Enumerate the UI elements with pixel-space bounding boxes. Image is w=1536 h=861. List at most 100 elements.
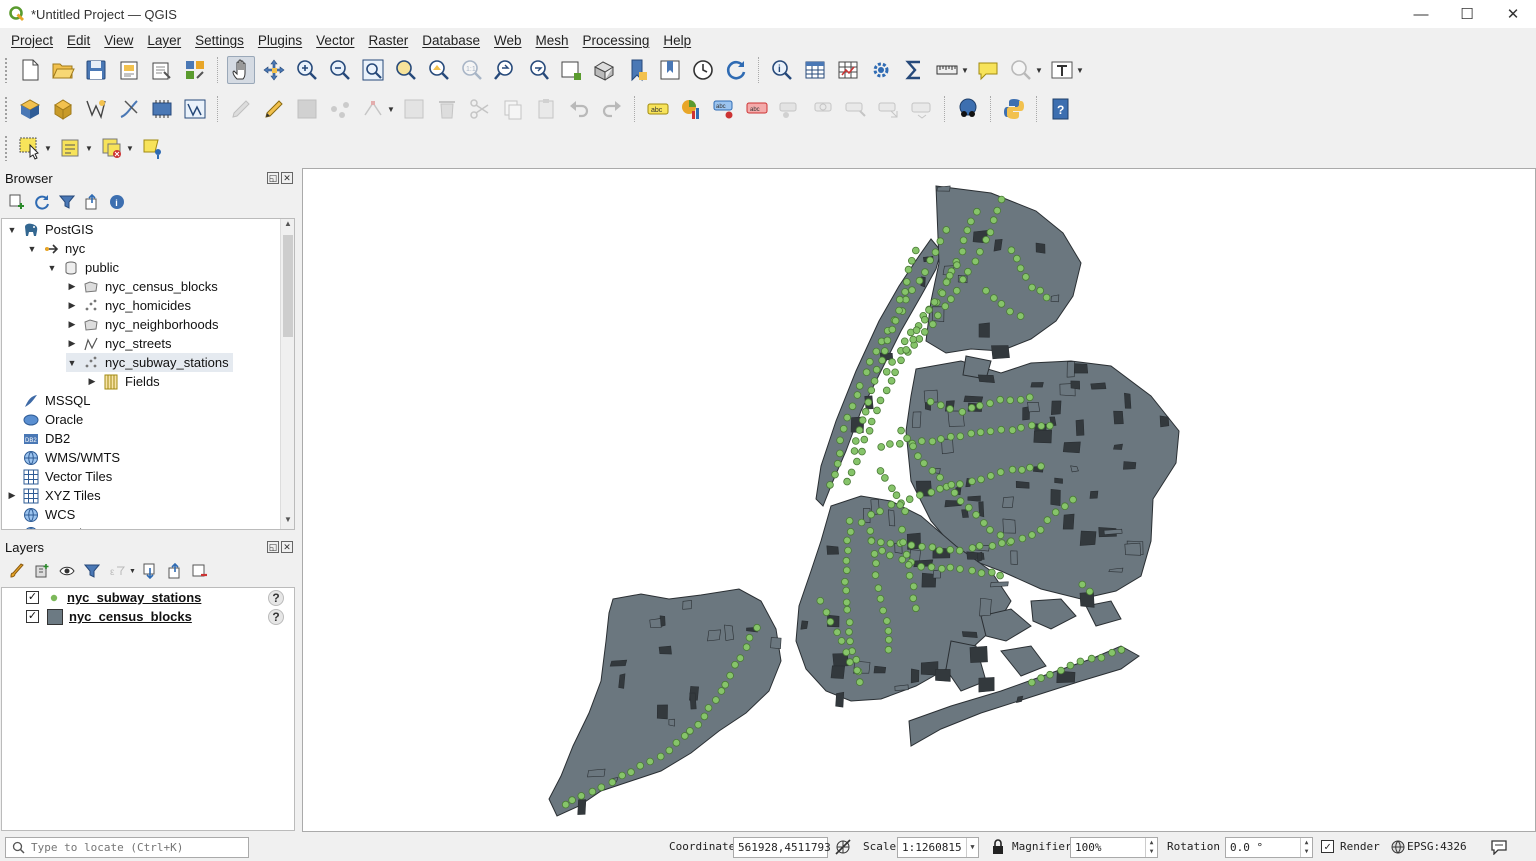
menu-database[interactable]: Database [415, 33, 487, 48]
pan-to-selection-button[interactable] [260, 56, 288, 84]
select-features-button[interactable] [16, 134, 44, 162]
browser-tree-item[interactable]: ▼ nyc_subway_stations [66, 353, 233, 372]
unknown-crs-icon[interactable]: ? [268, 589, 284, 606]
open-layer-styling-button[interactable] [6, 561, 28, 581]
refresh-button[interactable] [722, 56, 750, 84]
menu-web[interactable]: Web [487, 33, 529, 48]
toggle-label-visibility-button[interactable] [908, 95, 936, 123]
filter-dropdown-arrow[interactable]: ▼ [129, 568, 137, 575]
browser-tree-item[interactable]: WCS [6, 505, 75, 524]
layers-tree[interactable]: ✓ nyc_subway_stations ? ✓ nyc_census_blo… [1, 587, 295, 831]
deselect-all-button[interactable] [98, 134, 126, 162]
close-panel-button[interactable]: ✕ [281, 541, 293, 553]
magnifier-spinbox[interactable]: 100% ▲ ▼ [1070, 837, 1158, 858]
select-by-value-button[interactable] [57, 134, 85, 162]
data-source-manager-button[interactable] [16, 95, 44, 123]
menu-plugins[interactable]: Plugins [251, 33, 309, 48]
browser-tree[interactable]: ▲ ▼ ▼ PostGIS ▼ nyc ▼ public ▶ nyc_census_block… [1, 218, 295, 530]
browser-tree-item[interactable]: MSSQL [6, 391, 91, 410]
zoom-last-button[interactable] [491, 56, 519, 84]
browser-tree-item[interactable]: ▼ public [46, 258, 119, 277]
select-dropdown-arrow[interactable]: ▼ [44, 144, 52, 153]
vertex-dropdown-arrow[interactable]: ▼ [387, 105, 395, 114]
remove-layer-button[interactable] [189, 561, 211, 581]
style-manager-button[interactable] [181, 56, 209, 84]
layer-item-nyc-subway-stations[interactable]: ✓ nyc_subway_stations ? [2, 588, 294, 607]
layer-diagram-options-button[interactable] [677, 95, 705, 123]
locate-dropdown-arrow[interactable]: ▼ [1035, 66, 1043, 75]
browser-tree-item[interactable]: ▶ nyc_streets [66, 334, 172, 353]
expand-arrow-icon[interactable]: ▶ [66, 338, 78, 349]
show-hide-labels-button[interactable]: abc [743, 95, 771, 123]
menu-layer[interactable]: Layer [140, 33, 188, 48]
locate-features-button[interactable] [1007, 56, 1035, 84]
collapse-arrow-icon[interactable]: ▼ [26, 244, 38, 254]
coordinate-field[interactable]: 561928,4511793 [733, 837, 831, 858]
browser-tree-item[interactable]: ▼ nyc [26, 239, 86, 258]
zoom-to-layer-button[interactable] [425, 56, 453, 84]
add-vector-layer-button[interactable] [181, 95, 209, 123]
browser-tree-item[interactable]: DB2 DB2 [6, 429, 70, 448]
collapse-arrow-icon[interactable]: ▼ [66, 358, 78, 368]
statistical-summary-button[interactable] [900, 56, 928, 84]
new-3d-map-view-button[interactable] [590, 56, 618, 84]
save-project-button[interactable] [82, 56, 110, 84]
browser-scrollbar[interactable]: ▲ ▼ [280, 219, 294, 529]
enable-properties-button[interactable]: i [106, 192, 128, 212]
render-checkbox[interactable]: ✓ [1321, 840, 1334, 853]
layer-visibility-checkbox[interactable]: ✓ [26, 591, 39, 604]
scale-dropdown-arrow[interactable]: ▼ [966, 838, 978, 857]
filter-by-expression-button[interactable]: ε [106, 561, 128, 581]
browser-tree-item[interactable]: ▶ Fields [86, 372, 160, 391]
expand-arrow-icon[interactable]: ▶ [66, 281, 78, 292]
manage-map-themes-button[interactable] [56, 561, 78, 581]
expand-arrow-icon[interactable]: ▶ [66, 319, 78, 330]
select-value-dropdown-arrow[interactable]: ▼ [85, 144, 93, 153]
copy-features-button[interactable] [499, 95, 527, 123]
field-calculator-button[interactable] [834, 56, 862, 84]
digitize-button[interactable] [326, 95, 354, 123]
menu-settings[interactable]: Settings [188, 33, 251, 48]
map-canvas[interactable] [302, 168, 1536, 832]
scroll-thumb[interactable] [283, 235, 293, 337]
rotation-spinbox[interactable]: 0.0 ° ▲ ▼ [1225, 837, 1313, 858]
menu-vector[interactable]: Vector [309, 33, 361, 48]
cut-features-button[interactable] [466, 95, 494, 123]
zoom-next-button[interactable] [524, 56, 552, 84]
expand-arrow-icon[interactable]: ▶ [66, 300, 78, 311]
new-virtual-layer-button[interactable] [148, 95, 176, 123]
layer-visibility-checkbox[interactable]: ✓ [26, 610, 39, 623]
menu-view[interactable]: View [97, 33, 140, 48]
toolbar-grip[interactable] [4, 135, 8, 161]
modify-attributes-button[interactable] [400, 95, 428, 123]
browser-tree-item[interactable]: ▶ nyc_neighborhoods [66, 315, 219, 334]
browser-tree-item[interactable]: Oracle [6, 410, 83, 429]
zoom-native-resolution-button[interactable]: 1:1 [458, 56, 486, 84]
move-label-button[interactable] [776, 95, 804, 123]
processing-toolbox-button[interactable] [867, 56, 895, 84]
text-annotation-button[interactable] [1048, 56, 1076, 84]
browser-tree-item[interactable]: Vector Tiles [6, 467, 112, 486]
measure-dropdown-arrow[interactable]: ▼ [961, 66, 969, 75]
messages-icon[interactable] [1490, 839, 1508, 855]
show-map-tips-button[interactable] [139, 134, 167, 162]
filter-legend-button[interactable] [81, 561, 103, 581]
measure-line-button[interactable] [933, 56, 961, 84]
browser-tree-item[interactable]: WMS/WMTS [6, 448, 120, 467]
rotate-label-button[interactable] [809, 95, 837, 123]
toolbar-grip[interactable] [4, 57, 8, 83]
menu-mesh[interactable]: Mesh [529, 33, 576, 48]
toggle-editing-button[interactable] [260, 95, 288, 123]
show-bookmarks-button[interactable] [656, 56, 684, 84]
layer-item-nyc-census-blocks[interactable]: ✓ nyc_census_blocks ? [2, 607, 294, 626]
float-panel-button[interactable]: ◱ [267, 541, 279, 553]
db-manager-button[interactable] [954, 95, 982, 123]
expand-all-button[interactable] [139, 561, 161, 581]
minimize-button[interactable]: — [1398, 0, 1444, 28]
undo-button[interactable] [565, 95, 593, 123]
new-temporary-layer-button[interactable] [115, 95, 143, 123]
close-panel-button[interactable]: ✕ [281, 172, 293, 184]
map-tips-button[interactable] [974, 56, 1002, 84]
zoom-in-button[interactable] [293, 56, 321, 84]
crs-globe-icon[interactable] [1391, 840, 1405, 854]
